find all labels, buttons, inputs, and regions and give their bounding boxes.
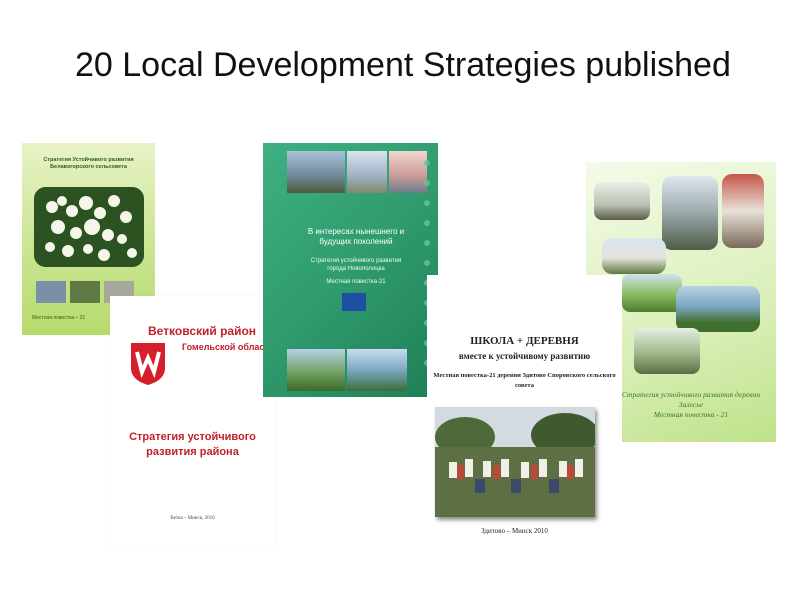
cover-heading: В интересах нынешнего и будущих поколени… <box>307 227 405 246</box>
cover-agenda: Местная повестка-21 деревни Здитово Спор… <box>433 372 616 389</box>
photo-horses <box>594 182 650 220</box>
cover-oblast: Гомельской облас <box>182 342 265 352</box>
cover-novopolotsk: В интересах нынешнего и будущих поколени… <box>263 143 438 397</box>
cover-subtitle: вместе к устойчивому развитию <box>458 351 591 361</box>
cover-agenda: Местная повестка-21 <box>326 279 386 285</box>
photo-river <box>676 286 760 332</box>
bottom-photos <box>287 349 407 391</box>
group-photo <box>435 407 599 517</box>
cover-vetka: Ветковский район Гомельской облас Страте… <box>110 296 275 546</box>
photo-group <box>634 328 700 374</box>
slide-title: 20 Local Development Strategies publishe… <box>75 46 731 84</box>
top-photos <box>287 151 427 193</box>
cover-subtitle: Стратегия устойчивого развития района <box>129 431 256 458</box>
cover-region: Ветковский район <box>148 324 257 338</box>
cover-title: Стратегия устойчивого развития деревни З… <box>621 390 761 419</box>
photo-meadow <box>622 274 682 312</box>
cover-footer: Здитово – Минск 2010 <box>481 527 548 535</box>
photo-people <box>722 174 764 248</box>
cover-title: ШКОЛА + ДЕРЕВНЯ <box>470 335 579 347</box>
flower-photo <box>34 187 144 267</box>
cover-agenda: Местная повестка – 21 <box>32 315 86 321</box>
cover-subtitle: Стратегия устойчивого развития города Но… <box>310 258 402 272</box>
coat-of-arms-icon <box>131 343 165 385</box>
photo-church <box>602 238 666 274</box>
cover-title: Стратегия Устойчивого развития Белавогор… <box>43 157 134 170</box>
cover-footer: Ветка – Минск, 2010 <box>170 516 215 521</box>
unesco-logo-icon <box>342 293 366 311</box>
cover-zditovo: ШКОЛА + ДЕРЕВНЯ вместе к устойчивому раз… <box>427 275 622 571</box>
photo-trees <box>662 176 718 250</box>
